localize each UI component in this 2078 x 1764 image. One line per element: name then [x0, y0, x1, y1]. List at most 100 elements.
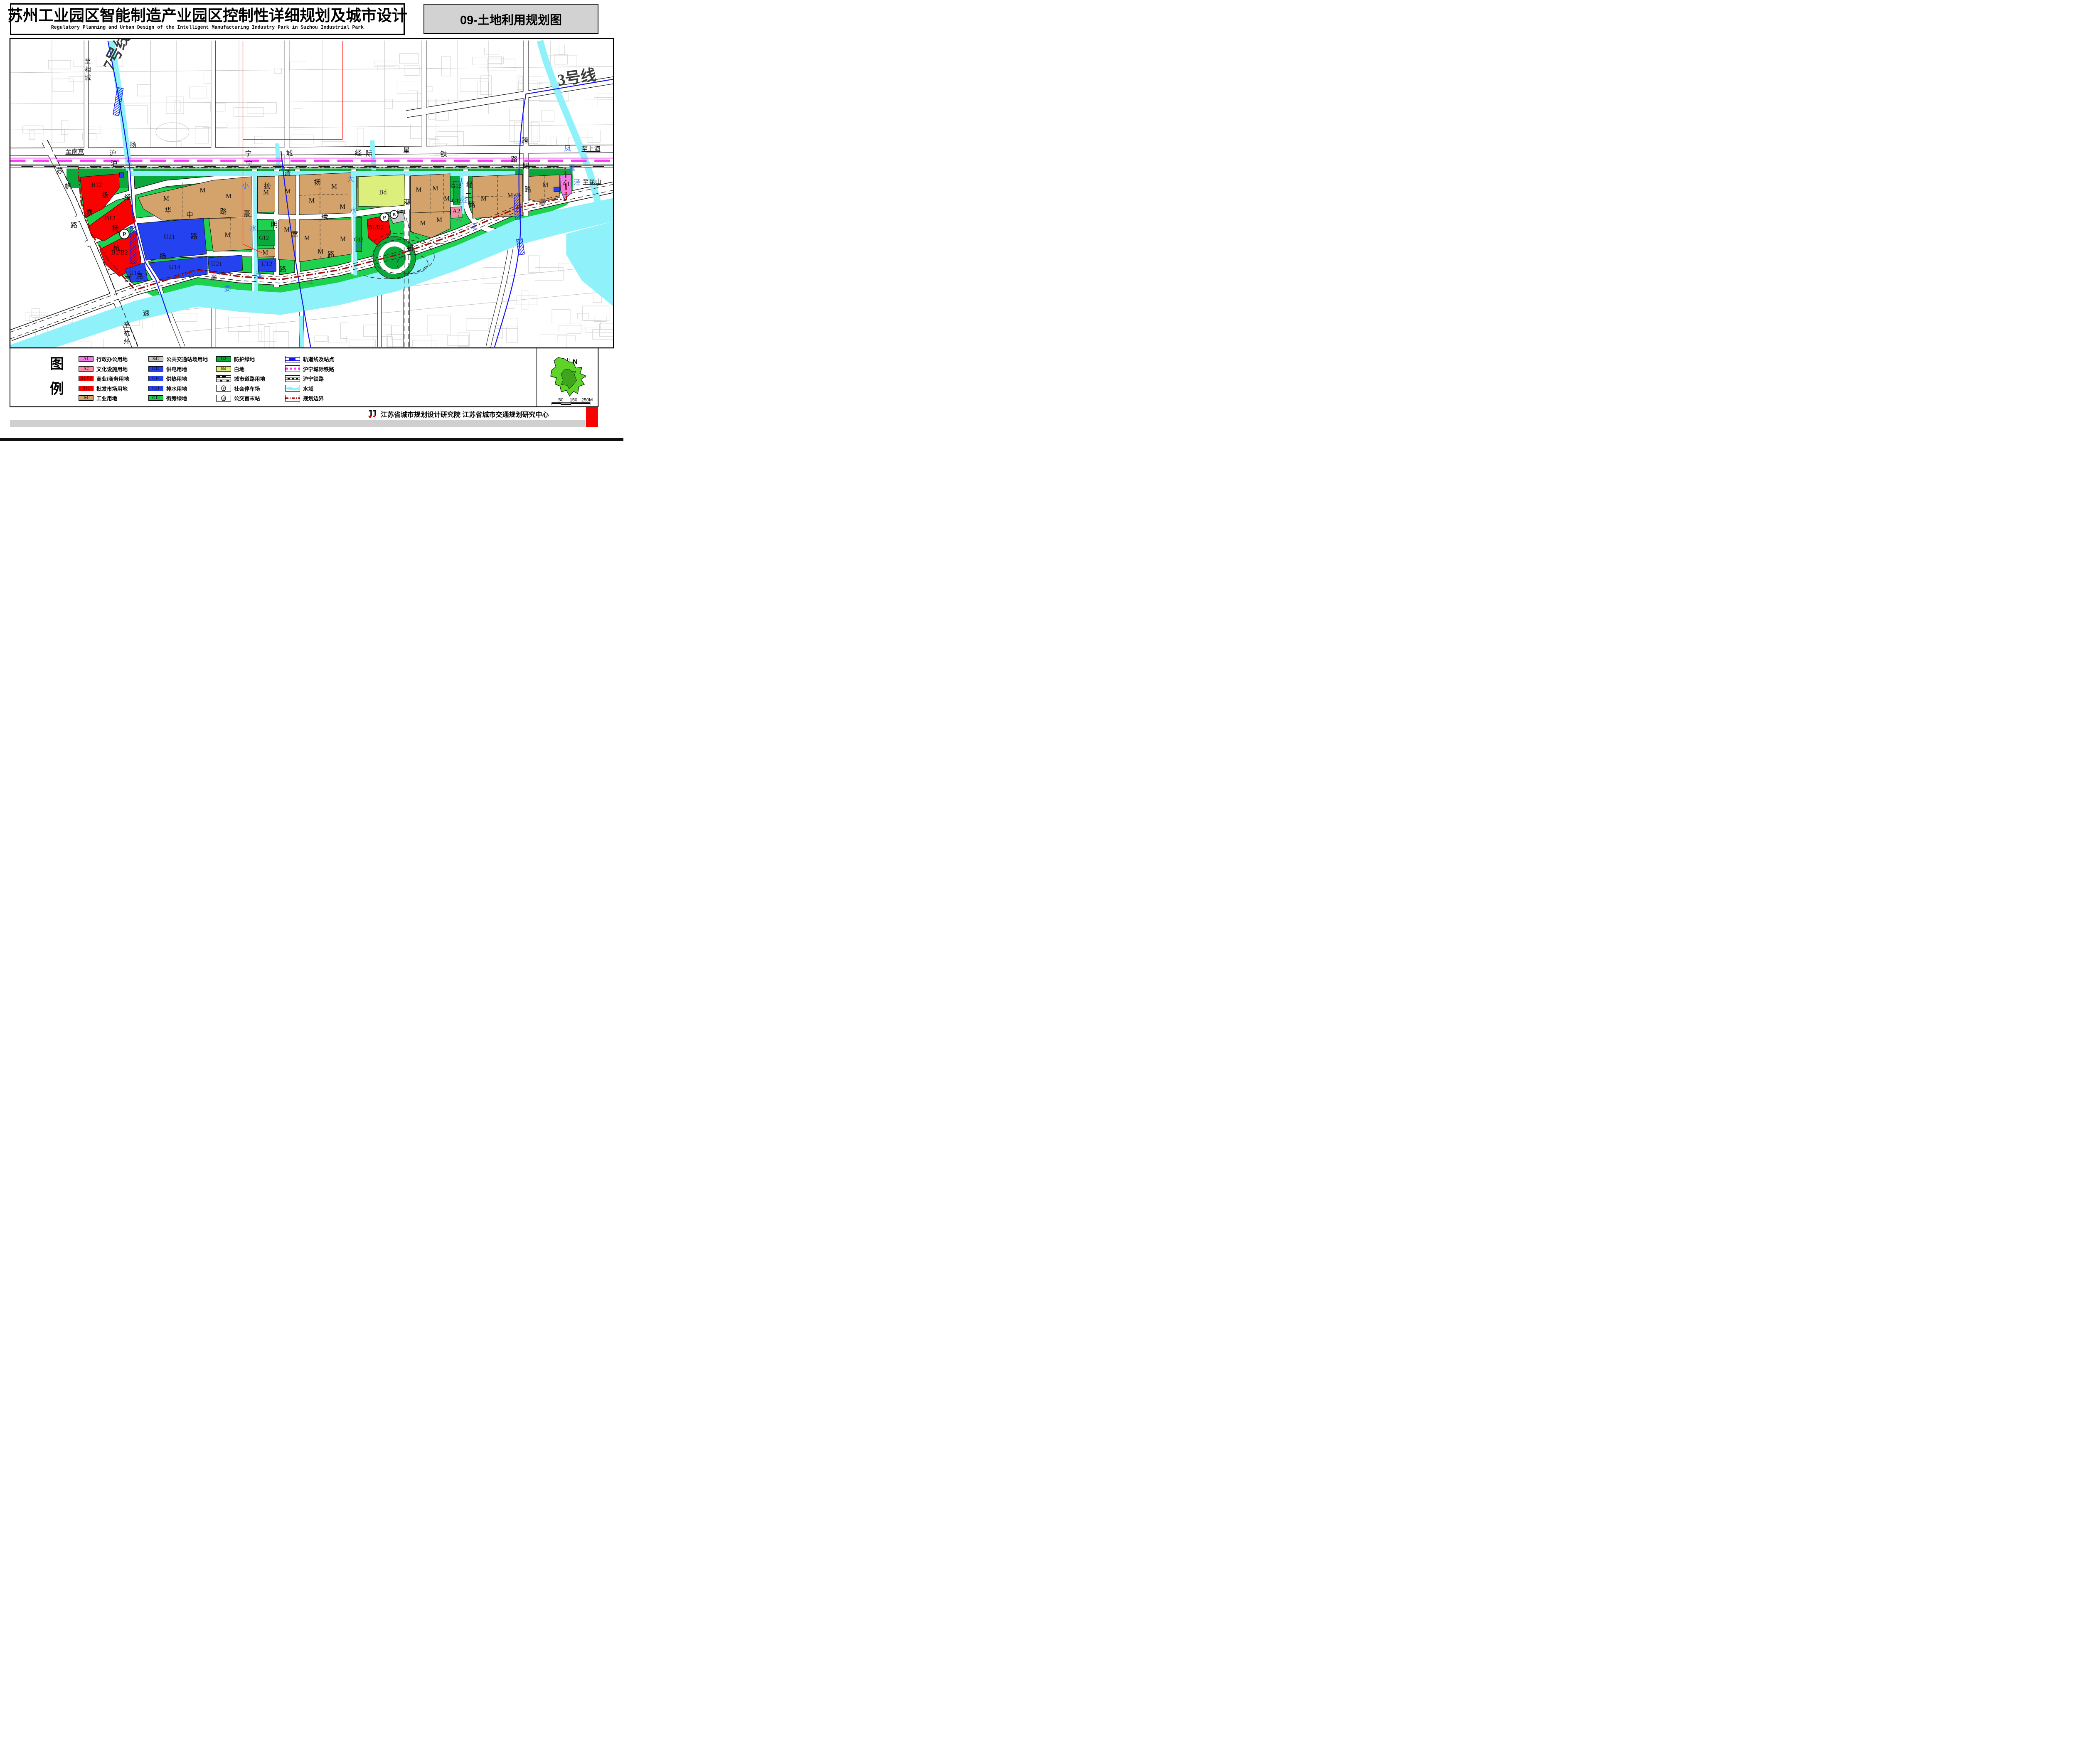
legend-swatch: U12 [148, 366, 163, 372]
map-label: U14 [169, 264, 180, 271]
legend-item: 轨道线及站点 [285, 355, 334, 362]
main-title: 苏州工业园区智能制造产业园区控制性详细规划及城市设计 [7, 8, 407, 24]
map-label: M [543, 182, 549, 189]
legend-item: S41公共交通站场用地 [148, 355, 208, 362]
legend-item: A2文化设施用地 [79, 365, 128, 372]
map-label: B12 [91, 182, 102, 189]
map-label: G12 [452, 198, 462, 204]
map-label: B1/B2 [111, 249, 128, 256]
map-label: M [318, 248, 323, 255]
map-label: U21 [211, 261, 222, 268]
map-label: A1 [562, 181, 570, 188]
map-label: 路 [468, 201, 475, 209]
svg-text:B: B [222, 396, 225, 400]
map-label: 经 [355, 149, 362, 157]
parcel-m-d1 [278, 175, 296, 215]
legend-swatch: Bd [216, 366, 231, 372]
legend-item: 城市道路用地 [216, 375, 265, 382]
map-label: M [284, 227, 290, 234]
map-label: 清 [284, 169, 291, 177]
map-label: M [433, 185, 438, 192]
legend-item: M工业用地 [79, 394, 117, 402]
footer-gray-bar [10, 420, 586, 427]
map-label: M [416, 186, 422, 193]
dashuijing-channel [354, 176, 355, 276]
legend-label: 供电用地 [166, 365, 187, 373]
map-label: 铁 [440, 150, 447, 158]
sheet-title-box: 09-土地利用规划图 [423, 4, 598, 34]
map-label: 扬 [130, 141, 137, 149]
map-label: M [285, 188, 291, 195]
jp-logo [367, 410, 378, 418]
parcel-u-small [120, 173, 124, 177]
legend-heading: 例 [50, 377, 64, 398]
legend-label: 城市道路用地 [234, 374, 265, 382]
legend-label: 白地 [234, 365, 244, 373]
map-label: 大 [455, 214, 463, 222]
map-label: M [331, 183, 337, 190]
legend-label: 沪宁铁路 [303, 374, 324, 382]
map-label: 泾 [461, 196, 468, 204]
map-label: 城 [85, 74, 91, 81]
map-label: 富 [291, 231, 298, 239]
plan-sheet: 沪宁城际铁路沪宁扬帆路扬经华中路扬扬路路豪扬清扬绣明富路路星港街经二路跨阳路经苏… [0, 0, 623, 441]
map-label: 扬 [264, 182, 271, 190]
map-label: M [309, 197, 315, 204]
map-label: S41 [396, 209, 406, 215]
map-label: 至上海 [581, 145, 600, 153]
legend-item: U14供热用地 [148, 375, 187, 382]
map-label: P [123, 232, 126, 238]
legend-label: 社会停车场 [234, 384, 260, 392]
map-label: 际 [365, 150, 372, 158]
map-label: 城 [286, 150, 293, 158]
map-label: M [226, 192, 231, 200]
map-label: 至 [85, 59, 91, 65]
map-label: 星 [403, 146, 410, 154]
map-label: 绣 [321, 214, 328, 222]
legend-label: 供热用地 [166, 374, 187, 382]
map-label: 相 [85, 67, 91, 74]
legend-label: 轨道线及站点 [303, 355, 334, 363]
map-label: 经 [124, 193, 131, 201]
map-label: Bd [379, 189, 387, 196]
map-label: M [444, 195, 450, 202]
map-label: 跨 [522, 136, 529, 144]
scale-tick-50: 50 [558, 398, 563, 403]
legend-swatch: B12 [79, 386, 94, 391]
map-label: 明 [271, 221, 278, 229]
legend-symbol-bcircle: B [216, 395, 231, 402]
legend-heading: 图 [50, 352, 64, 373]
legend-swatch: S41 [148, 356, 163, 362]
legend-symbol-water [285, 385, 300, 392]
map-label: 至南京 [65, 148, 84, 155]
map-label: 速 [143, 310, 150, 318]
legend-item: 沪宁铁路 [285, 375, 324, 382]
map-label: M [200, 187, 206, 194]
map-label: 小 [242, 182, 249, 190]
svg-text:P: P [222, 387, 224, 391]
legend-item: A1行政办公用地 [79, 355, 128, 362]
map-label: B12 [105, 215, 116, 222]
subtitle: Regulatory Planning and Urban Design of … [51, 25, 364, 30]
legend-item: G2防护绿地 [216, 355, 255, 362]
legend-label: 沪宁城际铁路 [303, 365, 334, 373]
legend-item: B12批发市场用地 [79, 385, 128, 392]
parcel-u-small-2 [554, 187, 560, 192]
map-label: M [420, 219, 426, 227]
legend-item: 水域 [285, 385, 313, 392]
legend-swatch: G1c [148, 395, 163, 401]
map-label: A2 [453, 208, 460, 215]
map-label: 路 [327, 251, 335, 259]
legend-label: 排水用地 [166, 384, 187, 392]
scale-bar: 50 150 250M [552, 398, 593, 405]
legend-symbol-railstation [285, 356, 300, 362]
map-label: 泾 [574, 179, 581, 187]
map-label: 宁 [245, 150, 252, 158]
map-label: 扬 [160, 253, 167, 261]
map-label: 路 [511, 155, 518, 163]
map-label: 路 [220, 207, 227, 215]
title-block: 苏州工业园区智能制造产业园区控制性详细规划及城市设计 Regulatory Pl… [10, 3, 405, 35]
map-label: 州 [123, 339, 130, 345]
map-label: G12 [451, 183, 461, 190]
legend-item: U21排水用地 [148, 385, 187, 392]
